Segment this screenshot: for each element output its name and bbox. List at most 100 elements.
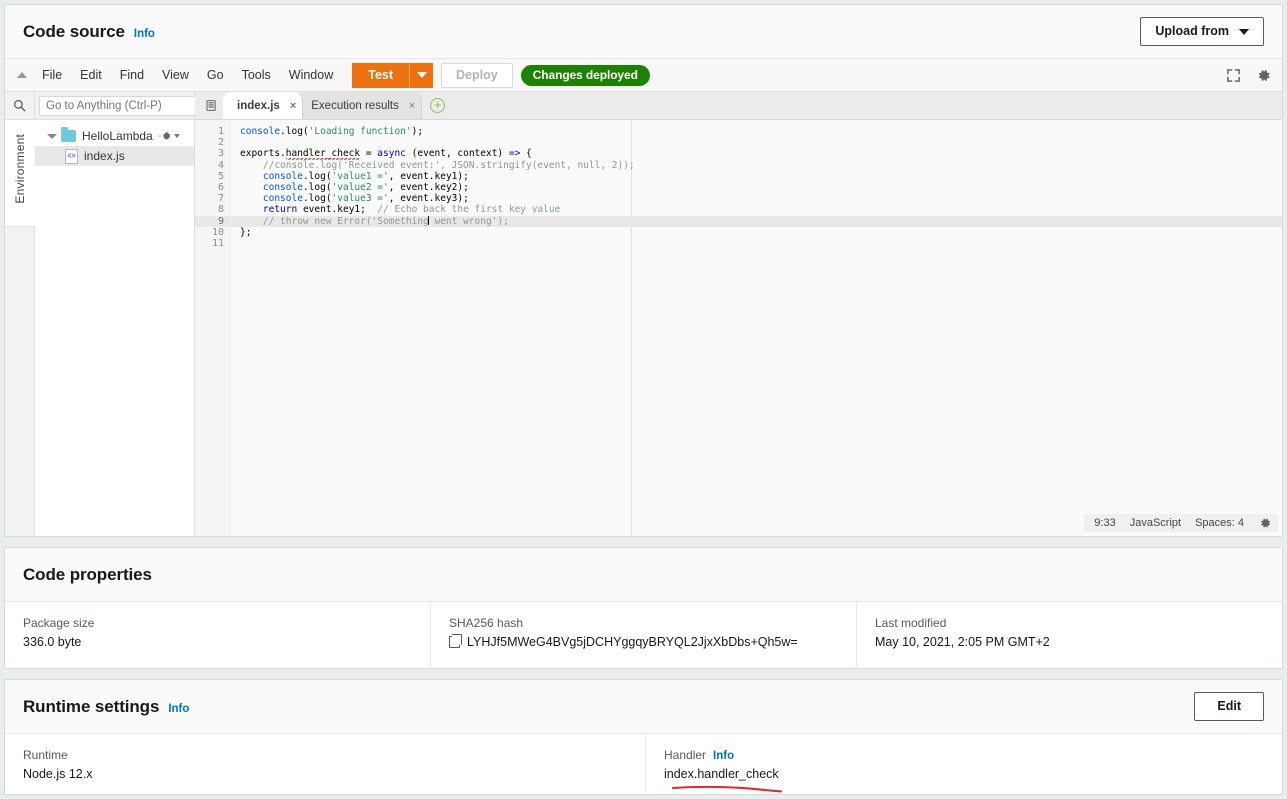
- line-number: 8: [217, 204, 224, 216]
- search-icon[interactable]: [5, 92, 34, 120]
- code-token: // Echo back the first key value: [377, 204, 561, 216]
- line-number-gutter: 1 2 3 4 5 6 7 8 9 10 11: [195, 120, 231, 536]
- collapse-menu-button[interactable]: [11, 64, 33, 86]
- tree-row-file-index-js[interactable]: <> index.js: [35, 146, 194, 166]
- code-properties-title: Code properties: [23, 564, 152, 584]
- runtime-label: Runtime: [23, 748, 68, 762]
- file-tree: HelloLambda - / <> index.js: [35, 120, 194, 166]
- code-property-label: Package size: [23, 616, 95, 630]
- code-token: , event.key1);: [388, 170, 469, 182]
- close-icon[interactable]: ×: [290, 100, 296, 112]
- copy-icon[interactable]: [449, 634, 462, 648]
- close-icon[interactable]: ×: [409, 100, 415, 112]
- code-token: 'Loading function': [308, 126, 412, 137]
- indent-setting[interactable]: Spaces: 4: [1195, 517, 1244, 529]
- runtime-value: Node.js 12.x: [23, 767, 93, 781]
- menu-item-go[interactable]: Go: [198, 64, 233, 86]
- goto-anything-input[interactable]: [39, 95, 207, 116]
- code-token: );: [411, 126, 424, 137]
- code-properties-header: Code properties: [5, 548, 1282, 602]
- cursor-position: 9:33: [1094, 517, 1116, 529]
- code-token: console: [262, 181, 303, 193]
- environment-tab-label: Environment: [12, 134, 27, 204]
- handler-label: Handler: [664, 748, 707, 762]
- changes-deployed-badge: Changes deployed: [520, 64, 650, 86]
- code-line: return event.key1; // Echo back the firs…: [231, 204, 1282, 215]
- runtime-settings-title: Runtime settings: [23, 696, 160, 716]
- handler-info-link[interactable]: Info: [713, 750, 734, 762]
- upload-from-button[interactable]: Upload from: [1140, 17, 1264, 46]
- code-token: .log(: [302, 181, 332, 193]
- code-line: console.log('Loading function');: [231, 126, 1282, 137]
- runtime-settings-info-link[interactable]: Info: [168, 703, 189, 715]
- handler-value: index.handler_check: [664, 767, 779, 781]
- tab-list-icon[interactable]: [199, 92, 223, 119]
- code-property-value: LYHJf5MWeG4BVg5jDCHYggqyBRYQL2JjxXbDbs+Q…: [449, 634, 838, 649]
- ide-menu-bar: File Edit Find View Go Tools Window Test Deplo…: [5, 59, 1282, 92]
- language-mode[interactable]: JavaScript: [1130, 517, 1181, 529]
- new-tab-button[interactable]: +: [430, 98, 446, 113]
- ide-menu-items: File Edit Find View Go Tools Window: [33, 64, 342, 86]
- goto-anything-wrapper: [35, 92, 207, 120]
- runtime-settings-card: Runtime settings Info Edit Runtime Node.…: [4, 679, 1283, 795]
- fullscreen-icon[interactable]: [1226, 68, 1241, 83]
- runtime-settings-grid: Runtime Node.js 12.x Handler Info index.…: [5, 734, 1282, 793]
- deploy-button[interactable]: Deploy: [441, 62, 513, 88]
- ide-toolbar-right: [1226, 67, 1272, 84]
- menu-item-view[interactable]: View: [153, 64, 198, 86]
- chevron-down-icon[interactable]: [47, 133, 57, 139]
- menu-item-window[interactable]: Window: [280, 64, 342, 86]
- chevron-down-icon: [1239, 28, 1249, 35]
- edit-runtime-button[interactable]: Edit: [1194, 692, 1264, 721]
- environment-tab[interactable]: Environment: [5, 120, 35, 226]
- upload-from-label: Upload from: [1155, 24, 1229, 38]
- code-source-header: Code source Info Upload from: [5, 5, 1282, 59]
- code-source-card: Code source Info Upload from File Edit Fin…: [4, 4, 1283, 537]
- line-number: 2: [217, 137, 224, 149]
- code-token: (event, context): [405, 148, 509, 160]
- code-token: {: [520, 148, 532, 160]
- editor-tab-index-js[interactable]: index.js ×: [223, 92, 304, 119]
- file-name: index.js: [84, 149, 125, 163]
- menu-item-tools[interactable]: Tools: [233, 64, 280, 86]
- code-token: return: [262, 204, 298, 216]
- editor-tab-label: index.js: [237, 99, 280, 112]
- menu-item-find[interactable]: Find: [111, 64, 153, 86]
- runtime-cell: Runtime Node.js 12.x: [5, 734, 645, 792]
- menu-item-file[interactable]: File: [33, 64, 71, 86]
- ide-body: Environment HelloLambda - /: [5, 92, 1282, 536]
- code-properties-card: Code properties Package size 336.0 byte SH…: [4, 547, 1283, 670]
- environment-rail: Environment: [5, 92, 35, 536]
- editor-surface[interactable]: 1 2 3 4 5 6 7 8 9 10 11 console.log('Loading funct…: [195, 120, 1282, 536]
- tree-settings-gear-icon[interactable]: [160, 130, 180, 142]
- triangle-up-icon: [17, 72, 27, 78]
- code-property-cell: Last modified May 10, 2021, 2:05 PM GMT+2: [856, 602, 1282, 670]
- tree-row-folder[interactable]: HelloLambda - /: [35, 126, 194, 146]
- code-token: // throw new Error('Something: [262, 215, 429, 227]
- code-source-info-link[interactable]: Info: [134, 28, 155, 40]
- test-dropdown-button[interactable]: [409, 62, 434, 88]
- code-token: , event.key2);: [388, 181, 469, 193]
- code-token: , event.key3);: [388, 193, 469, 205]
- code-token: went wrong');: [428, 215, 509, 227]
- editor-settings-gear-icon[interactable]: [1258, 516, 1272, 530]
- code-token: async: [377, 148, 406, 160]
- editor-tab-execution-results[interactable]: Execution results ×: [297, 92, 423, 119]
- code-token: exports.: [240, 148, 286, 160]
- code-lines: console.log('Loading function'); exports…: [231, 126, 1282, 249]
- menu-item-edit[interactable]: Edit: [71, 64, 111, 86]
- line-number: 6: [217, 181, 224, 193]
- code-line: exports.handler_check = async (event, co…: [231, 148, 1282, 163]
- code-area[interactable]: console.log('Loading function'); exports…: [231, 120, 1282, 536]
- test-button[interactable]: Test: [352, 62, 410, 88]
- code-token: =>: [508, 148, 521, 160]
- settings-gear-icon[interactable]: [1255, 67, 1272, 84]
- code-token: 'value2 =': [331, 181, 389, 193]
- code-token: console: [262, 170, 303, 182]
- page-title: Code source: [23, 21, 125, 41]
- code-token: console: [240, 126, 281, 137]
- line-number: 10: [211, 226, 224, 238]
